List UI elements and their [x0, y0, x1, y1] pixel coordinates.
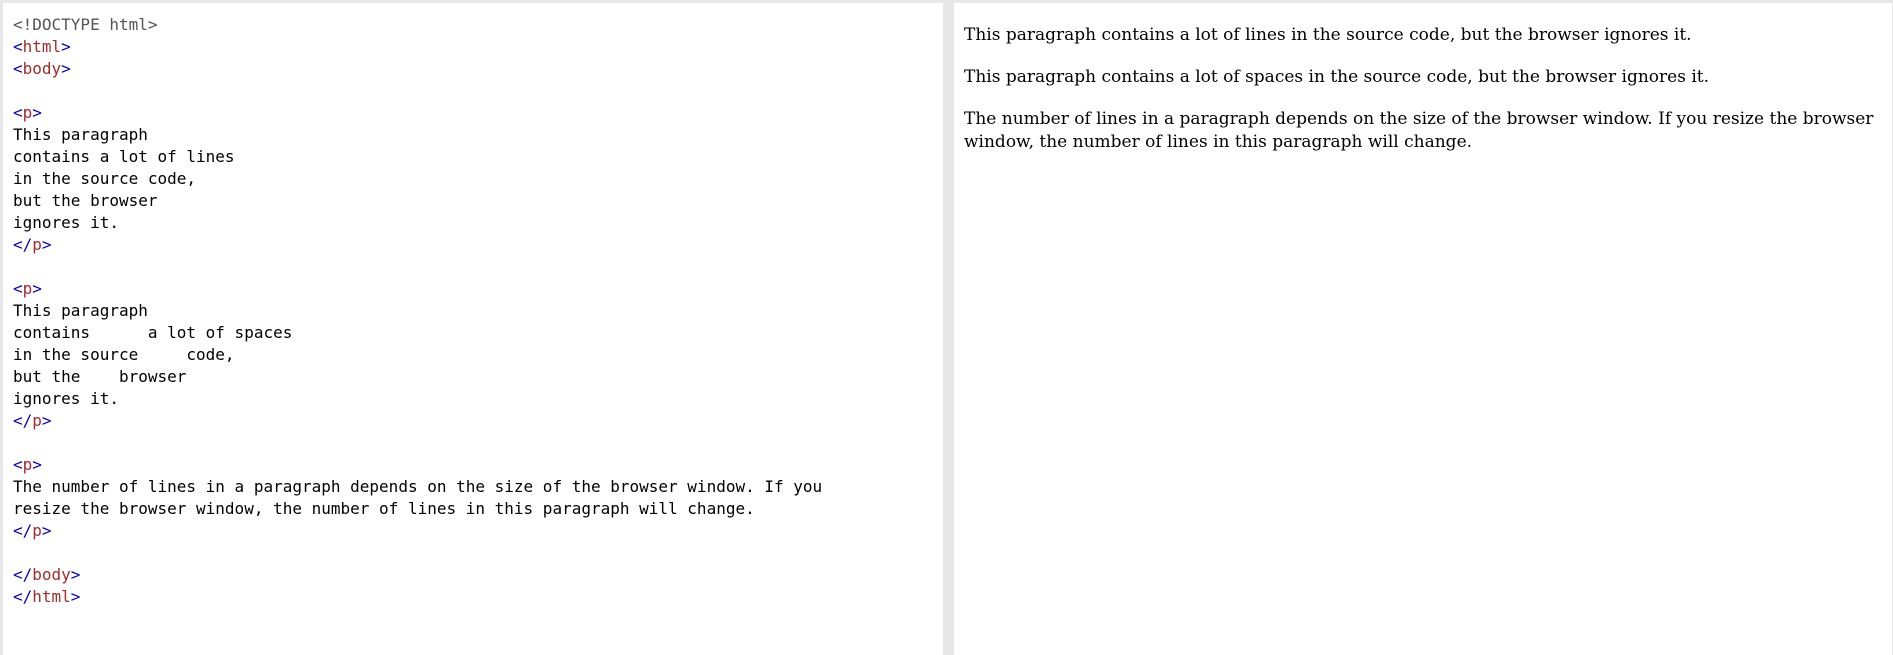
code-line: ignores it. [13, 213, 119, 232]
code-editor[interactable]: <!DOCTYPE html> <html> <body> <p> This p… [3, 3, 943, 655]
html-open-tag: <html> [13, 37, 71, 56]
code-line: contains a lot of lines [13, 147, 235, 166]
pane-resize-handle[interactable] [943, 0, 954, 655]
result-paragraph-1: This paragraph contains a lot of lines i… [964, 25, 1692, 45]
rendered-output: This paragraph contains a lot of lines i… [954, 3, 1892, 154]
code-line: in the source code, [13, 169, 197, 188]
code-line: in the source code, [13, 345, 235, 364]
p-open-tag: <p> [13, 279, 42, 298]
tryit-editor: <!DOCTYPE html> <html> <body> <p> This p… [0, 0, 1893, 655]
p-close-tag: </p> [13, 411, 52, 430]
code-line: This paragraph [13, 301, 148, 320]
p-open-tag: <p> [13, 455, 42, 474]
code-text[interactable]: <!DOCTYPE html> <html> <body> <p> This p… [3, 3, 943, 608]
code-line: The number of lines in a paragraph depen… [13, 477, 823, 496]
body-close-tag: </body> [13, 565, 81, 584]
result-paragraph-3: The number of lines in a paragraph depen… [964, 109, 1874, 152]
code-line: ignores it. [13, 389, 119, 408]
html-close-tag: </html> [13, 587, 81, 606]
p-close-tag: </p> [13, 235, 52, 254]
code-line: This paragraph [13, 125, 148, 144]
code-line: contains a lot of spaces [13, 323, 293, 342]
code-line: resize the browser window, the number of… [13, 499, 755, 518]
code-line: but the browser [13, 367, 187, 386]
result-paragraph-2: This paragraph contains a lot of spaces … [964, 67, 1709, 87]
code-line: but the browser [13, 191, 158, 210]
doctype-declaration: <!DOCTYPE html> [13, 15, 158, 34]
body-open-tag: <body> [13, 59, 71, 78]
result-frame: This paragraph contains a lot of lines i… [954, 3, 1892, 655]
p-close-tag: </p> [13, 521, 52, 540]
p-open-tag: <p> [13, 103, 42, 122]
